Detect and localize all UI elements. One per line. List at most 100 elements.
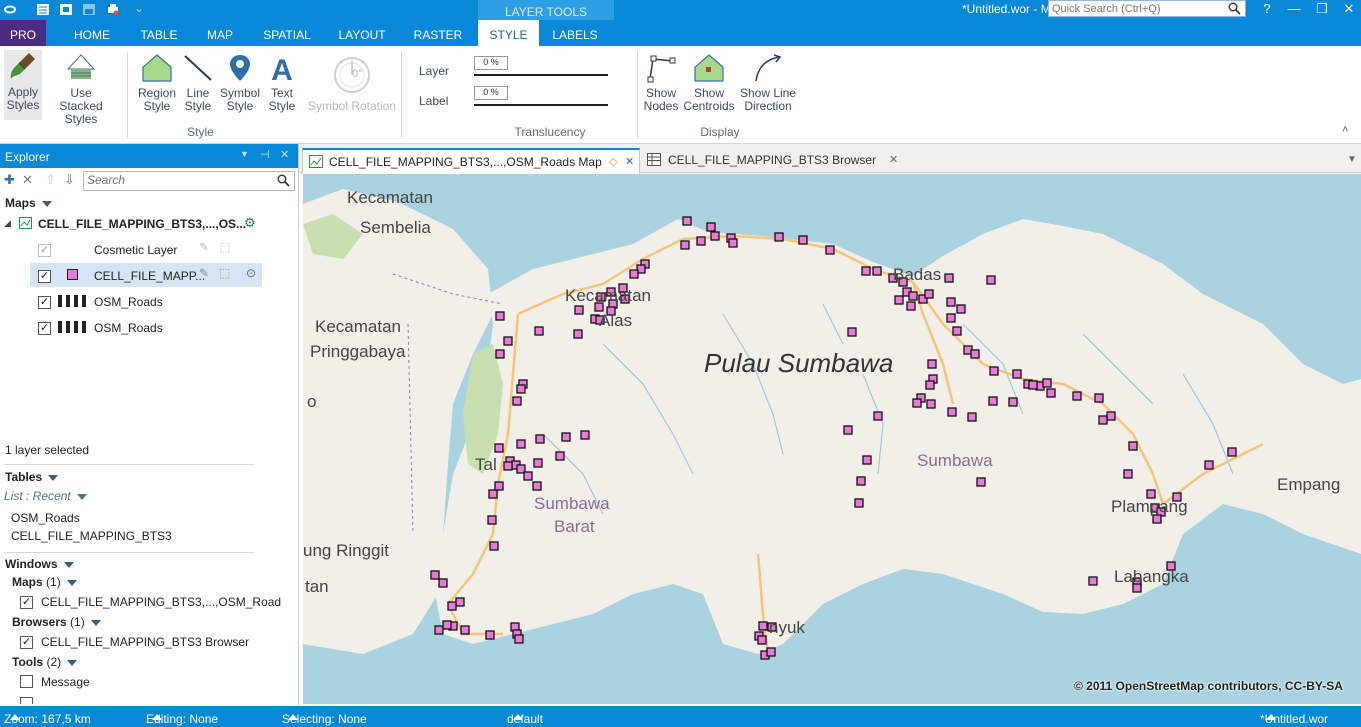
cell-site-point[interactable] bbox=[561, 432, 571, 442]
minimize-button[interactable]: — bbox=[1281, 0, 1307, 18]
cell-site-point[interactable] bbox=[989, 366, 999, 376]
move-up-icon[interactable]: ⇧ bbox=[45, 172, 56, 188]
cell-site-point[interactable] bbox=[1106, 411, 1116, 421]
cell-site-point[interactable] bbox=[1128, 441, 1138, 451]
cell-site-point[interactable] bbox=[680, 240, 690, 250]
cell-site-point[interactable] bbox=[924, 289, 934, 299]
cell-site-point[interactable] bbox=[862, 455, 872, 465]
tab-home[interactable]: HOME bbox=[64, 20, 120, 46]
cell-site-point[interactable] bbox=[573, 329, 583, 339]
cell-site-point[interactable] bbox=[798, 235, 808, 245]
edit-pencil-icon[interactable]: ✎ bbox=[199, 240, 209, 254]
cell-site-point[interactable] bbox=[442, 620, 452, 630]
map-window-tab[interactable]: CELL_FILE_MAPPING_BTS3,...,OSM_Roads Map… bbox=[302, 148, 640, 174]
cell-site-point[interactable] bbox=[988, 396, 998, 406]
tab-labels[interactable]: LABELS bbox=[546, 20, 604, 46]
cell-site-point[interactable] bbox=[503, 336, 513, 346]
save-icon[interactable] bbox=[82, 3, 96, 16]
selectable-icon[interactable]: ⬚ bbox=[219, 266, 230, 280]
cell-site-point[interactable] bbox=[455, 597, 465, 607]
apply-styles-button[interactable]: Apply Styles bbox=[4, 50, 42, 120]
symbol-rotation-control[interactable]: Symbol Rotation bbox=[306, 53, 398, 113]
style-status[interactable]: default bbox=[507, 709, 543, 726]
layer-translucency-thumb[interactable]: 0 % bbox=[474, 56, 508, 70]
cell-site-point[interactable] bbox=[1204, 460, 1214, 470]
map-name[interactable]: CELL_FILE_MAPPING_BTS3,...,OS... bbox=[38, 217, 246, 231]
cell-site-point[interactable] bbox=[523, 471, 533, 481]
help-button[interactable]: ? bbox=[1254, 0, 1280, 18]
expand-triangle-icon[interactable]: ◢ bbox=[4, 218, 11, 229]
layer-name[interactable]: CELL_FILE_MAPP... bbox=[94, 269, 205, 283]
layer-name[interactable]: Cosmetic Layer bbox=[94, 243, 177, 257]
cell-site-point[interactable] bbox=[495, 349, 505, 359]
selecting-status[interactable]: Selecting: None bbox=[282, 709, 367, 726]
cell-site-point[interactable] bbox=[947, 407, 957, 417]
tab-layout[interactable]: LAYOUT bbox=[330, 20, 394, 46]
close-window-button[interactable]: ✕ bbox=[1336, 0, 1361, 18]
cell-layer-checkbox[interactable]: ✓ bbox=[38, 270, 51, 283]
cell-site-point[interactable] bbox=[430, 570, 440, 580]
cell-site-point[interactable] bbox=[758, 621, 768, 631]
move-down-icon[interactable]: ⇩ bbox=[64, 172, 75, 188]
cell-site-point[interactable] bbox=[1042, 378, 1052, 388]
tables-section-header[interactable]: Tables bbox=[5, 470, 59, 484]
explorer-search-input[interactable] bbox=[84, 172, 267, 188]
restore-button[interactable]: ❐ bbox=[1309, 0, 1335, 18]
cell-site-point[interactable] bbox=[986, 275, 996, 285]
cell-site-point[interactable] bbox=[438, 578, 448, 588]
print-icon[interactable] bbox=[106, 3, 120, 16]
tab-map[interactable]: MAP bbox=[198, 20, 242, 46]
cell-site-point[interactable] bbox=[854, 498, 864, 508]
cell-site-point[interactable] bbox=[757, 635, 767, 645]
cell-site-point[interactable] bbox=[516, 384, 526, 394]
cell-site-point[interactable] bbox=[774, 232, 784, 242]
browser-window-item[interactable]: CELL_FILE_MAPPING_BTS3 Browser bbox=[41, 635, 249, 649]
table-item[interactable]: CELL_FILE_MAPPING_BTS3 bbox=[11, 529, 172, 543]
label-translucency-track[interactable] bbox=[474, 104, 608, 106]
region-style-button[interactable]: Region Style bbox=[136, 53, 178, 113]
cell-site-point[interactable] bbox=[706, 222, 716, 232]
windows-browsers-group[interactable]: Browsers (1) bbox=[12, 615, 101, 629]
layer-translucency-track[interactable] bbox=[474, 74, 608, 76]
cell-site-point[interactable] bbox=[1098, 415, 1108, 425]
quick-search-input[interactable] bbox=[1049, 2, 1220, 16]
osm-roads-checkbox[interactable]: ✓ bbox=[38, 296, 51, 309]
layer-name[interactable]: OSM_Roads bbox=[94, 295, 163, 309]
cell-site-point[interactable] bbox=[970, 349, 980, 359]
message-tool-checkbox[interactable] bbox=[20, 675, 33, 688]
browser-window-checkbox[interactable]: ✓ bbox=[20, 636, 33, 649]
close-panel-icon[interactable]: ✕ bbox=[280, 148, 289, 161]
cosmetic-layer-checkbox[interactable]: ✓ bbox=[38, 244, 51, 257]
cell-site-point[interactable] bbox=[1227, 447, 1237, 457]
windows-tools-group[interactable]: Tools (2) bbox=[12, 655, 78, 669]
show-nodes-button[interactable]: Show Nodes bbox=[640, 53, 682, 113]
map-window-item[interactable]: CELL_FILE_MAPPING_BTS3,...,OSM_Roads Map bbox=[41, 595, 281, 609]
line-style-button[interactable]: Line Style bbox=[180, 53, 216, 113]
open-icon[interactable] bbox=[59, 3, 73, 16]
browser-window-tab[interactable]: CELL_FILE_MAPPING_BTS3 Browser ✕ bbox=[643, 148, 903, 172]
cell-site-point[interactable] bbox=[488, 489, 498, 499]
tab-list-dropdown-icon[interactable]: ▼ bbox=[1347, 154, 1357, 165]
map-window-checkbox[interactable]: ✓ bbox=[20, 596, 33, 609]
cell-site-point[interactable] bbox=[906, 301, 916, 311]
cell-site-point[interactable] bbox=[495, 311, 505, 321]
cell-site-point[interactable] bbox=[487, 515, 497, 525]
cell-site-point[interactable] bbox=[447, 601, 457, 611]
cell-site-point[interactable] bbox=[460, 625, 470, 635]
cell-site-point[interactable] bbox=[952, 326, 962, 336]
tool-checkbox-partial[interactable] bbox=[20, 697, 33, 704]
cell-site-point[interactable] bbox=[532, 481, 542, 491]
list-mode-selector[interactable]: List : Recent bbox=[4, 489, 87, 503]
show-line-direction-button[interactable]: Show Line Direction bbox=[738, 53, 798, 113]
cell-site-point[interactable] bbox=[843, 425, 853, 435]
cell-site-point[interactable] bbox=[516, 439, 526, 449]
cell-site-point[interactable] bbox=[873, 411, 883, 421]
explorer-search-box[interactable] bbox=[83, 171, 295, 191]
cell-site-point[interactable] bbox=[946, 313, 956, 323]
search-icon[interactable] bbox=[1228, 2, 1241, 15]
cell-site-point[interactable] bbox=[512, 396, 522, 406]
quick-search-box[interactable] bbox=[1048, 0, 1246, 17]
new-workspace-icon[interactable] bbox=[36, 3, 50, 16]
pin-icon[interactable]: ⊣ bbox=[260, 148, 270, 161]
label-translucency-thumb[interactable]: 0 % bbox=[474, 86, 508, 100]
